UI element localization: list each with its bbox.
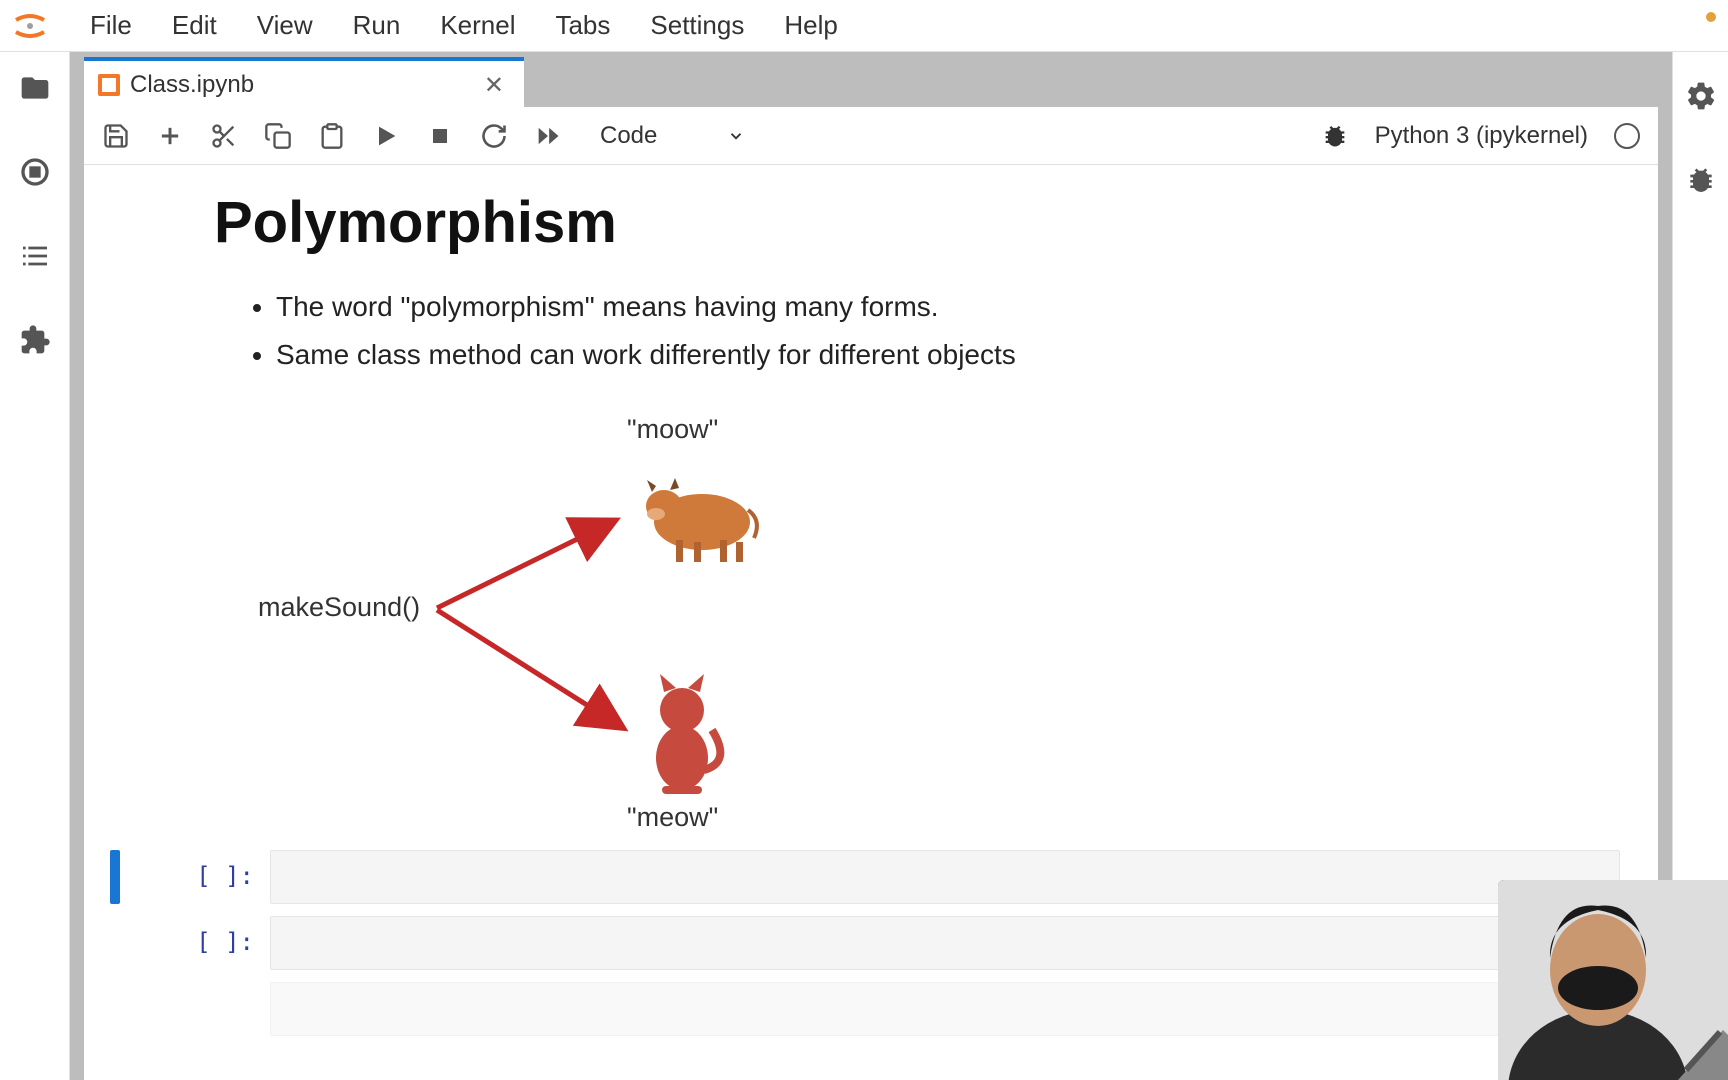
add-cell-icon[interactable]: [156, 122, 184, 150]
markdown-cell[interactable]: Polymorphism The word "polymorphism" mea…: [84, 179, 1658, 840]
fast-forward-icon[interactable]: [534, 122, 562, 150]
copy-icon[interactable]: [264, 122, 292, 150]
running-terminals-icon[interactable]: [19, 156, 51, 188]
stop-icon[interactable]: [426, 122, 454, 150]
presenter-webcam: [1498, 880, 1728, 1080]
bullet-list: The word "polymorphism" means having man…: [276, 286, 1628, 376]
cell-type-label: Code: [600, 122, 657, 150]
close-icon[interactable]: ✕: [478, 71, 510, 100]
diagram-method-label: makeSound(): [258, 592, 420, 623]
diagram-cow-sound: "moow": [627, 414, 718, 445]
cell-prompt: [ ]:: [120, 850, 270, 904]
bullet-item: The word "polymorphism" means having man…: [276, 286, 1628, 328]
cell-prompt: [ ]:: [120, 916, 270, 970]
notebook-icon: [98, 74, 120, 96]
cell-type-select[interactable]: Code: [600, 122, 745, 150]
diagram-cat-sound: "meow": [627, 802, 718, 833]
code-input[interactable]: [270, 850, 1620, 904]
debugger-icon[interactable]: [1321, 122, 1349, 150]
menu-tabs[interactable]: Tabs: [535, 2, 630, 49]
menu-settings[interactable]: Settings: [630, 2, 764, 49]
restart-icon[interactable]: [480, 122, 508, 150]
code-input[interactable]: [270, 916, 1620, 970]
tabstrip: Class.ipynb ✕: [70, 52, 1672, 107]
property-inspector-icon[interactable]: [1685, 80, 1717, 112]
toc-icon[interactable]: [19, 240, 51, 272]
paste-icon[interactable]: [318, 122, 346, 150]
debug-panel-icon[interactable]: [1685, 164, 1717, 196]
menu-view[interactable]: View: [237, 2, 333, 49]
cell-gutter: [110, 850, 120, 904]
notebook-area[interactable]: Polymorphism The word "polymorphism" mea…: [84, 165, 1658, 1080]
folder-icon[interactable]: [19, 72, 51, 104]
cut-icon[interactable]: [210, 122, 238, 150]
heading: Polymorphism: [214, 189, 1628, 256]
jupyter-logo-icon[interactable]: [8, 4, 52, 48]
menu-edit[interactable]: Edit: [152, 2, 237, 49]
menu-kernel[interactable]: Kernel: [420, 2, 535, 49]
notebook-toolbar: Code Python 3 (ipykernel): [84, 107, 1658, 165]
code-cell[interactable]: [ ]:: [110, 850, 1620, 904]
tab-notebook[interactable]: Class.ipynb ✕: [84, 57, 524, 107]
polymorphism-diagram: makeSound() "moow" "meow": [242, 410, 882, 830]
code-cell[interactable]: [110, 982, 1620, 1036]
chevron-down-icon: [727, 127, 745, 145]
kernel-status-icon[interactable]: [1614, 123, 1640, 149]
cat-image: [632, 672, 732, 798]
cell-gutter: [110, 982, 120, 1036]
status-dot-icon: [1706, 12, 1716, 22]
kernel-name[interactable]: Python 3 (ipykernel): [1375, 122, 1588, 150]
menu-help[interactable]: Help: [764, 2, 857, 49]
bullet-item: Same class method can work differently f…: [276, 334, 1628, 376]
cow-image: [624, 460, 774, 570]
tab-label: Class.ipynb: [130, 71, 468, 99]
left-sidebar: [0, 52, 70, 1080]
menu-file[interactable]: File: [70, 2, 152, 49]
cell-gutter: [110, 916, 120, 970]
menubar: File Edit View Run Kernel Tabs Settings …: [0, 0, 1728, 52]
code-input[interactable]: [270, 982, 1620, 1036]
run-icon[interactable]: [372, 122, 400, 150]
save-icon[interactable]: [102, 122, 130, 150]
code-cell[interactable]: [ ]:: [110, 916, 1620, 970]
menu-run[interactable]: Run: [333, 2, 421, 49]
cell-prompt: [120, 982, 270, 1036]
extensions-icon[interactable]: [19, 324, 51, 356]
